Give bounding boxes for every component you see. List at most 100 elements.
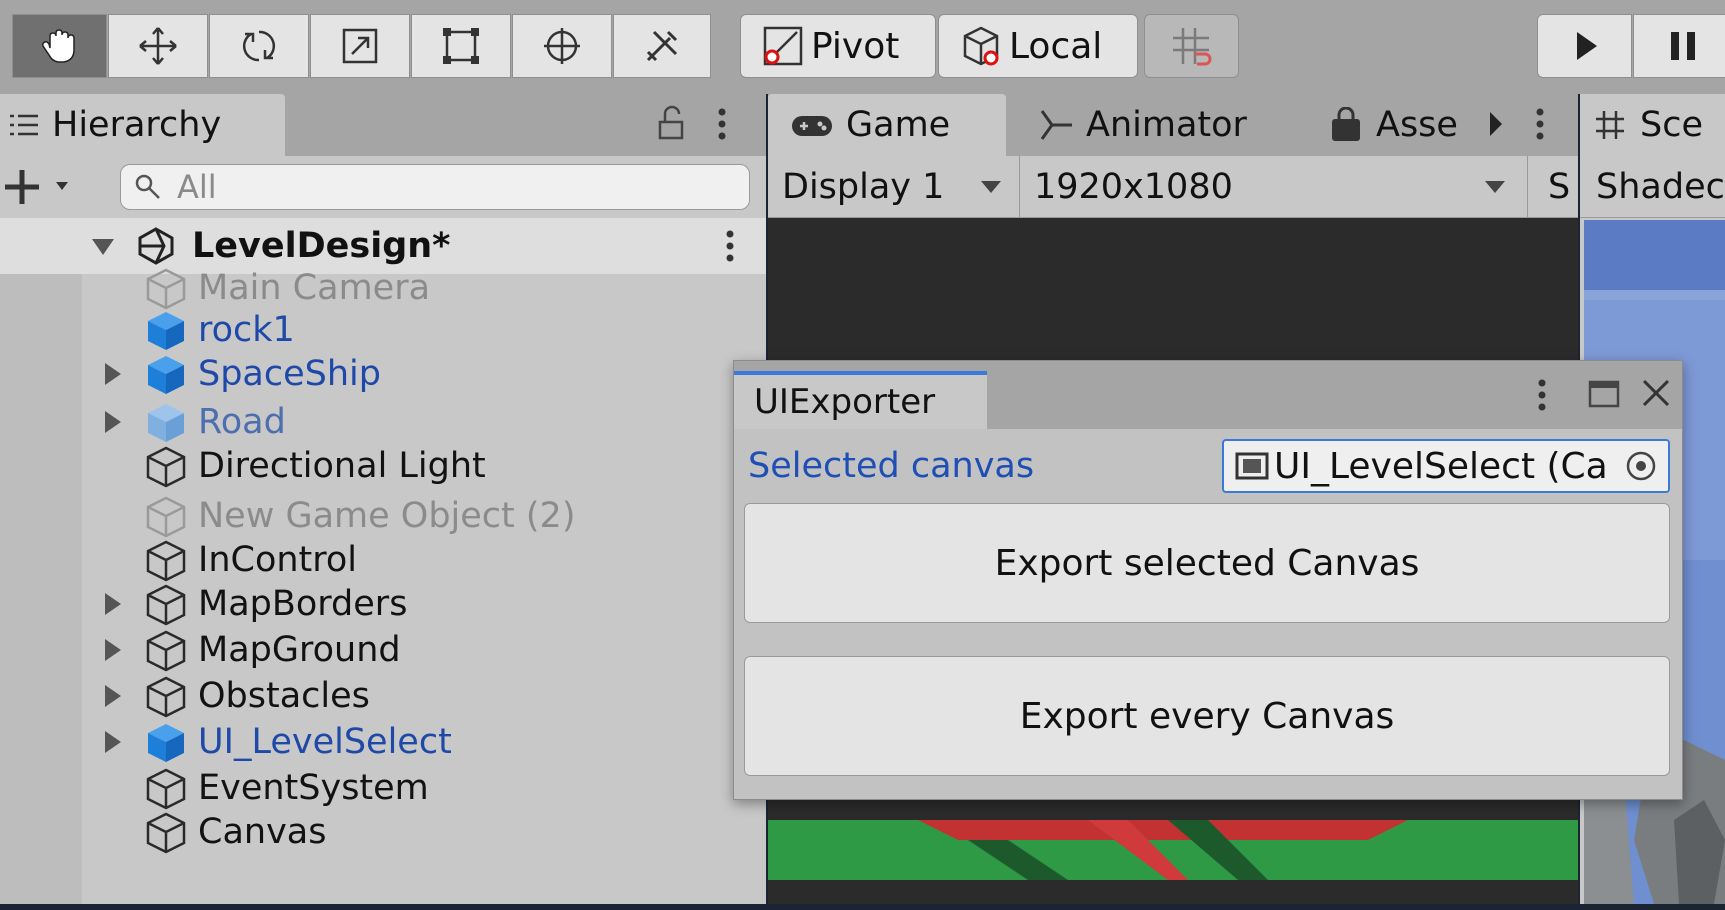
hierarchy-item-label: Directional Light bbox=[198, 446, 486, 486]
hierarchy-item-label: rock1 bbox=[198, 310, 295, 350]
move-tool-button[interactable] bbox=[108, 14, 208, 78]
hierarchy-item-label: SpaceShip bbox=[198, 354, 381, 394]
prefab-cube-icon bbox=[148, 724, 184, 762]
hierarchy-panel: Hierarchy All LevelDesign* Main Camera ro… bbox=[0, 94, 766, 904]
tools-icon bbox=[646, 30, 678, 62]
hierarchy-item[interactable]: InControl bbox=[82, 536, 766, 584]
scene-name: LevelDesign* bbox=[192, 226, 451, 266]
custom-tool-button[interactable] bbox=[613, 14, 711, 78]
scene-menu-icon[interactable] bbox=[722, 226, 738, 266]
hierarchy-item[interactable]: Canvas bbox=[82, 808, 766, 856]
rotate-tool-button[interactable] bbox=[209, 14, 309, 78]
hierarchy-item[interactable]: New Game Object (2) bbox=[82, 492, 766, 540]
hierarchy-item[interactable]: Main Camera bbox=[82, 264, 766, 312]
hierarchy-item[interactable]: Road bbox=[82, 398, 766, 446]
maximize-icon[interactable] bbox=[1587, 377, 1621, 411]
canvas-field-value: UI_LevelSelect (Ca bbox=[1274, 445, 1608, 487]
tab-hierarchy[interactable]: Hierarchy bbox=[0, 94, 285, 156]
foldout-collapsed-icon[interactable] bbox=[101, 361, 125, 387]
rect-tool-button[interactable] bbox=[411, 14, 511, 78]
main-toolbar: Pivot Local bbox=[0, 0, 1725, 94]
tab-scene-label: Sce bbox=[1640, 105, 1703, 145]
foldout-collapsed-icon[interactable] bbox=[101, 409, 125, 435]
lock-icon[interactable] bbox=[655, 104, 687, 142]
tab-uiexporter[interactable]: UIExporter bbox=[734, 371, 987, 429]
cube-outline-icon bbox=[146, 630, 186, 672]
hand-tool-button[interactable] bbox=[12, 14, 107, 78]
prefab-cube-icon bbox=[148, 312, 184, 350]
display-dropdown[interactable]: Display 1 bbox=[768, 156, 1020, 217]
close-icon[interactable] bbox=[1640, 377, 1672, 409]
foldout-collapsed-icon[interactable] bbox=[101, 683, 125, 709]
grid-snap-icon bbox=[1173, 28, 1212, 66]
foldout-slot[interactable] bbox=[82, 409, 144, 435]
hierarchy-item[interactable]: MapGround bbox=[82, 626, 766, 674]
uiexporter-tab-label: UIExporter bbox=[754, 382, 936, 422]
search-icon bbox=[135, 174, 160, 199]
selected-canvas-field[interactable]: UI_LevelSelect (Ca bbox=[1222, 439, 1670, 493]
game-kebab-menu-icon[interactable] bbox=[1528, 104, 1552, 144]
object-picker-icon bbox=[1626, 451, 1656, 481]
hierarchy-item[interactable]: SpaceShip bbox=[82, 350, 766, 398]
prefab-cube-icon bbox=[148, 356, 184, 394]
tab-scroll-right-icon[interactable] bbox=[1484, 106, 1508, 142]
object-picker-button[interactable] bbox=[1614, 441, 1668, 491]
gamepad-icon bbox=[792, 116, 832, 136]
pivot-toggle-button[interactable]: Pivot bbox=[740, 14, 936, 78]
hierarchy-item-label: Obstacles bbox=[198, 676, 370, 716]
hierarchy-item-label: New Game Object (2) bbox=[198, 496, 576, 536]
foldout-slot[interactable] bbox=[82, 591, 144, 617]
hierarchy-item[interactable]: EventSystem bbox=[82, 764, 766, 812]
display-label: Display 1 bbox=[782, 166, 945, 207]
foldout-slot[interactable] bbox=[82, 683, 144, 709]
hierarchy-item[interactable]: rock1 bbox=[82, 306, 766, 354]
hierarchy-item[interactable]: Obstacles bbox=[82, 672, 766, 720]
hierarchy-item[interactable]: Directional Light bbox=[82, 442, 766, 490]
scene-grid-icon bbox=[1596, 111, 1624, 139]
foldout-slot[interactable] bbox=[82, 361, 144, 387]
rotate-icon bbox=[242, 30, 276, 62]
create-plus-icon[interactable] bbox=[2, 166, 82, 208]
hierarchy-item-label: InControl bbox=[198, 540, 358, 580]
local-toggle-button[interactable]: Local bbox=[938, 14, 1138, 78]
hierarchy-item[interactable]: MapBorders bbox=[82, 580, 766, 628]
shading-mode-dropdown[interactable]: Shadec bbox=[1580, 156, 1725, 218]
tab-asset-store-label: Asse bbox=[1376, 105, 1458, 145]
search-placeholder: All bbox=[177, 168, 217, 206]
tab-scene[interactable]: Sce bbox=[1580, 94, 1725, 156]
scale-slider-label[interactable]: S bbox=[1548, 156, 1570, 217]
foldout-expanded-icon[interactable] bbox=[90, 233, 116, 259]
export-every-canvas-button[interactable]: Export every Canvas bbox=[744, 656, 1670, 776]
pivot-label: Pivot bbox=[811, 25, 900, 67]
local-label: Local bbox=[1009, 25, 1103, 67]
foldout-slot[interactable] bbox=[82, 729, 144, 755]
resolution-label: 1920x1080 bbox=[1034, 166, 1233, 207]
tab-animator-label: Animator bbox=[1086, 105, 1247, 145]
game-toolbar: Display 1 1920x1080 S bbox=[768, 156, 1578, 218]
foldout-collapsed-icon[interactable] bbox=[101, 637, 125, 663]
play-icon bbox=[1576, 32, 1597, 60]
tab-asset-store[interactable]: Asse bbox=[1328, 94, 1458, 156]
cube-outline-icon bbox=[146, 676, 186, 718]
export-selected-canvas-button[interactable]: Export selected Canvas bbox=[744, 503, 1670, 623]
window-menu-icon[interactable] bbox=[1534, 375, 1550, 415]
kebab-menu-icon[interactable] bbox=[710, 104, 734, 144]
resolution-dropdown[interactable]: 1920x1080 bbox=[1022, 156, 1528, 217]
hierarchy-item[interactable]: UI_LevelSelect bbox=[82, 718, 766, 766]
hierarchy-search-input[interactable]: All bbox=[120, 164, 750, 210]
tab-game[interactable]: Game bbox=[768, 94, 1006, 156]
foldout-collapsed-icon[interactable] bbox=[101, 591, 125, 617]
hierarchy-item-label: Main Camera bbox=[198, 268, 431, 308]
scale-tool-button[interactable] bbox=[310, 14, 410, 78]
foldout-slot[interactable] bbox=[82, 637, 144, 663]
foldout-collapsed-icon[interactable] bbox=[101, 729, 125, 755]
uiexporter-window: UIExporter Selected canvas UI_LevelSelec… bbox=[733, 360, 1683, 800]
pause-button[interactable] bbox=[1633, 14, 1725, 78]
play-button[interactable] bbox=[1537, 14, 1632, 78]
transform-tool-button[interactable] bbox=[512, 14, 612, 78]
hierarchy-item-label: MapBorders bbox=[198, 584, 408, 624]
hierarchy-item-label: Road bbox=[198, 402, 286, 442]
tab-animator[interactable]: Animator bbox=[1038, 94, 1247, 156]
cube-outline-icon bbox=[146, 268, 186, 310]
grid-snap-button[interactable] bbox=[1144, 14, 1239, 78]
